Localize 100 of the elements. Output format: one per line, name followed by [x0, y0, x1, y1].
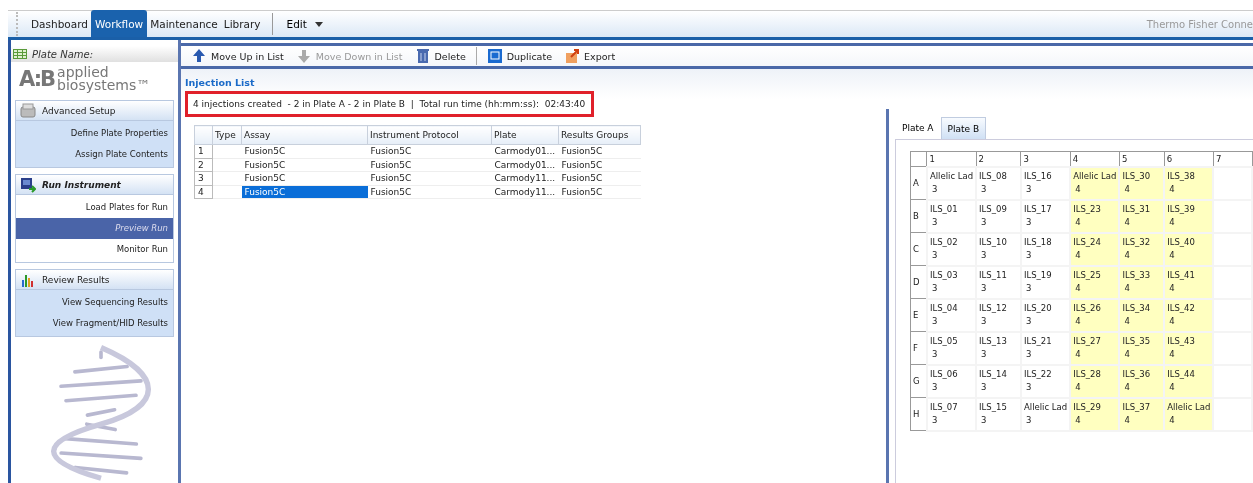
- column-header: 7: [1213, 151, 1252, 167]
- plate-well[interactable]: Allelic Lad 4: [1070, 166, 1120, 200]
- tray-icon: [20, 102, 36, 119]
- plate-well[interactable]: ILS_03 3: [926, 265, 977, 299]
- plate-well[interactable]: ILS_41 4: [1164, 265, 1214, 299]
- nav-item[interactable]: Preview Run: [16, 218, 173, 240]
- export-icon: [564, 48, 580, 64]
- plate-well[interactable]: ILS_42 4: [1164, 298, 1214, 332]
- menu-tab[interactable]: Dashboard: [28, 11, 91, 37]
- plate-well[interactable]: ILS_16 3: [1020, 166, 1071, 200]
- plate-well[interactable]: Allelic Lad 3: [926, 166, 977, 200]
- table-cell: Fusion5C: [241, 158, 368, 172]
- plate-well[interactable]: ILS_12 3: [976, 298, 1021, 332]
- plate-well[interactable]: ILS_25 4: [1070, 265, 1120, 299]
- table-cell: Carmody11...: [491, 171, 559, 185]
- plate-well[interactable]: ILS_14 3: [976, 364, 1021, 398]
- plate-well[interactable]: ILS_39 4: [1164, 199, 1214, 233]
- plate-well[interactable]: ILS_22 3: [1020, 364, 1071, 398]
- column-header[interactable]: Instrument Protocol: [367, 125, 492, 145]
- column-header: 1: [926, 151, 977, 167]
- toolbar-button[interactable]: Export: [562, 48, 618, 64]
- nav-item[interactable]: View Sequencing Results: [16, 292, 173, 314]
- table-cell: Fusion5C: [367, 185, 492, 199]
- toolbar-button[interactable]: Move Up in List: [189, 48, 286, 64]
- plate-well[interactable]: Allelic Lad 4: [1164, 397, 1214, 431]
- table-cell: Fusion5C: [367, 144, 492, 158]
- row-number: 3: [194, 171, 213, 185]
- plate-well[interactable]: ILS_26 4: [1070, 298, 1120, 332]
- plate-well[interactable]: ILS_30 4: [1119, 166, 1165, 200]
- nav-item[interactable]: Assign Plate Contents: [16, 144, 173, 166]
- row-number: 1: [194, 144, 213, 158]
- row-header: A: [910, 166, 927, 200]
- plate-well[interactable]: ILS_06 3: [926, 364, 977, 398]
- plate-well[interactable]: ILS_07 3: [926, 397, 977, 431]
- nav-item[interactable]: Load Plates for Run: [16, 197, 173, 219]
- plate-well[interactable]: ILS_20 3: [1020, 298, 1071, 332]
- row-header: C: [910, 232, 927, 266]
- plate-tab[interactable]: Plate B: [940, 117, 987, 139]
- plate-well[interactable]: ILS_23 4: [1070, 199, 1120, 233]
- table-cell: Fusion5C: [241, 171, 368, 185]
- plate-well[interactable]: ILS_27 4: [1070, 331, 1120, 365]
- section-header[interactable]: Review Results: [16, 270, 173, 291]
- plate-name-label: Plate Name:: [32, 48, 94, 60]
- plate-well[interactable]: ILS_44 4: [1164, 364, 1214, 398]
- plate-well[interactable]: ILS_15 3: [976, 397, 1021, 431]
- table-cell: Fusion5C: [367, 158, 492, 172]
- plate-well[interactable]: ILS_05 3: [926, 331, 977, 365]
- plate-well[interactable]: Allelic Lad 3: [1020, 397, 1071, 431]
- plate-well[interactable]: ILS_08 3: [976, 166, 1021, 200]
- row-number: 4: [194, 185, 213, 199]
- plate-well[interactable]: ILS_38 4: [1164, 166, 1214, 200]
- plate-well[interactable]: ILS_19 3: [1020, 265, 1071, 299]
- plate-well[interactable]: ILS_10 3: [976, 232, 1021, 266]
- plate-well[interactable]: ILS_01 3: [926, 199, 977, 233]
- menu-tab[interactable]: Workflow: [90, 10, 148, 37]
- column-header[interactable]: Assay: [241, 125, 368, 145]
- toolbar-button[interactable]: Delete: [412, 48, 468, 64]
- table-cell: Carmody01...: [491, 144, 559, 158]
- plate-well[interactable]: ILS_43 4: [1164, 331, 1214, 365]
- table-cell: Fusion5C: [558, 171, 641, 185]
- plate-well[interactable]: ILS_02 3: [926, 232, 977, 266]
- table-cell: Fusion5C: [558, 185, 641, 199]
- menu-tab[interactable]: Maintenance: [147, 11, 221, 37]
- column-header: 2: [976, 151, 1021, 167]
- plate-well[interactable]: ILS_18 3: [1020, 232, 1071, 266]
- plate-well[interactable]: ILS_13 3: [976, 331, 1021, 365]
- panel-title: Injection List: [185, 77, 256, 90]
- toolbar-button[interactable]: Duplicate: [484, 48, 554, 64]
- plate-well[interactable]: ILS_28 4: [1070, 364, 1120, 398]
- trash-icon: [414, 48, 431, 64]
- plate-well[interactable]: ILS_11 3: [976, 265, 1021, 299]
- nav-item[interactable]: View Fragment/HID Results: [16, 313, 173, 335]
- plate-well[interactable]: ILS_04 3: [926, 298, 977, 332]
- row-header: F: [910, 331, 927, 365]
- section-header[interactable]: Advanced Setup: [16, 101, 173, 122]
- arrow-up-icon: [191, 48, 207, 64]
- section-header[interactable]: Run Instrument: [16, 175, 173, 196]
- duplicate-icon: [486, 48, 503, 64]
- table-cell: Fusion5C: [241, 144, 368, 158]
- plate-well[interactable]: ILS_17 3: [1020, 199, 1071, 233]
- plate-well[interactable]: ILS_09 3: [976, 199, 1021, 233]
- table-cell: Fusion5C: [367, 171, 492, 185]
- row-header: B: [910, 199, 927, 233]
- brand-text: Thermo Fisher Conne: [1146, 18, 1253, 30]
- plate-well[interactable]: ILS_24 4: [1070, 232, 1120, 266]
- plate-well[interactable]: ILS_29 4: [1070, 397, 1120, 431]
- grid-icon: [13, 49, 27, 60]
- row-header: G: [910, 364, 927, 398]
- nav-item[interactable]: Monitor Run: [16, 239, 173, 261]
- nav-item[interactable]: Define Plate Properties: [16, 123, 173, 145]
- plate-well[interactable]: ILS_40 4: [1164, 232, 1214, 266]
- row-number: 2: [194, 158, 213, 172]
- column-header: 6: [1164, 151, 1214, 167]
- column-header[interactable]: Type: [212, 125, 242, 145]
- edit-menu[interactable]: Edit: [280, 11, 329, 37]
- menu-tab[interactable]: Library: [220, 11, 264, 37]
- summary-text: 4 injections created - 2 in Plate A - 2 in Plate B | Total run time (hh:mm:ss): 02:43:40: [185, 91, 595, 117]
- plate-well[interactable]: ILS_21 3: [1020, 331, 1071, 365]
- column-header[interactable]: Plate: [491, 125, 559, 145]
- column-header[interactable]: Results Groups: [558, 125, 641, 145]
